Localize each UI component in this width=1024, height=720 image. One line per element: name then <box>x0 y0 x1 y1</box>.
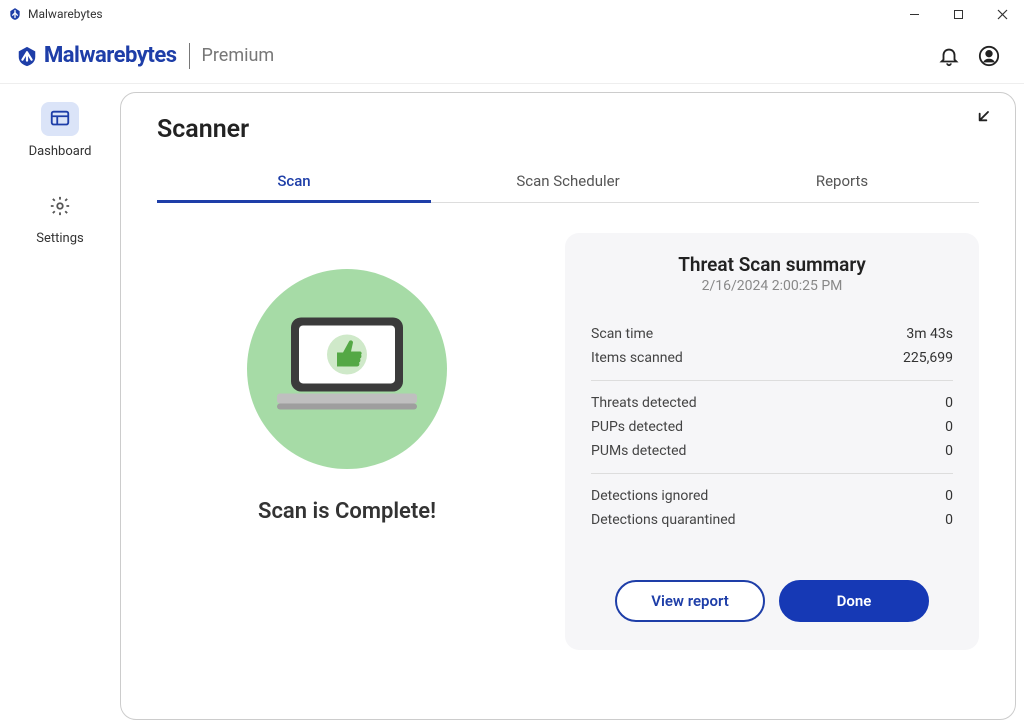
scan-complete-illustration <box>247 269 447 469</box>
summary-row: PUMs detected 0 <box>591 439 953 463</box>
tab-label: Scan Scheduler <box>516 172 619 190</box>
brand-logo: Malwarebytes <box>16 43 177 68</box>
brand-name-text: alwarebytes <box>63 43 177 68</box>
tab-scan[interactable]: Scan <box>157 162 431 202</box>
dashboard-icon <box>41 102 79 136</box>
window-controls <box>892 0 1024 28</box>
sidebar-item-label: Settings <box>36 231 83 246</box>
app-icon <box>8 7 22 21</box>
button-label: View report <box>651 592 729 610</box>
gear-icon <box>41 189 79 223</box>
tab-scan-scheduler[interactable]: Scan Scheduler <box>431 162 705 202</box>
tab-reports[interactable]: Reports <box>705 162 979 202</box>
sidebar: Dashboard Settings <box>0 84 120 720</box>
sidebar-item-dashboard[interactable]: Dashboard <box>29 102 92 159</box>
brand-group: Malwarebytes Premium <box>16 43 274 69</box>
summary-value: 0 <box>945 512 953 528</box>
summary-section: Threats detected 0 PUPs detected 0 PUMs de… <box>591 380 953 473</box>
sidebar-item-label: Dashboard <box>29 144 92 159</box>
brand-divider <box>189 43 190 69</box>
summary-row: Threats detected 0 <box>591 391 953 415</box>
summary-label: Detections quarantined <box>591 512 735 528</box>
summary-value: 0 <box>945 488 953 504</box>
tab-label: Reports <box>816 172 868 190</box>
notifications-icon[interactable] <box>938 45 960 67</box>
scan-complete-text: Scan is Complete! <box>258 499 436 524</box>
summary-row: PUPs detected 0 <box>591 415 953 439</box>
summary-label: Scan time <box>591 326 653 342</box>
summary-value: 0 <box>945 395 953 411</box>
summary-value: 0 <box>945 443 953 459</box>
scan-result-illustration-column: Scan is Complete! <box>157 233 537 650</box>
done-button[interactable]: Done <box>779 580 929 622</box>
close-button[interactable] <box>980 0 1024 28</box>
threat-scan-summary-card: Threat Scan summary 2/16/2024 2:00:25 PM… <box>565 233 979 650</box>
button-label: Done <box>837 592 872 610</box>
summary-section: Detections ignored 0 Detections quarantin… <box>591 473 953 542</box>
summary-value: 225,699 <box>903 350 953 366</box>
maximize-button[interactable] <box>936 0 980 28</box>
summary-row: Items scanned 225,699 <box>591 346 953 370</box>
summary-label: Items scanned <box>591 350 683 366</box>
window-titlebar: Malwarebytes <box>0 0 1024 28</box>
app-header: Malwarebytes Premium <box>0 28 1024 84</box>
summary-row: Scan time 3m 43s <box>591 322 953 346</box>
tabs: Scan Scan Scheduler Reports <box>157 162 979 203</box>
summary-title: Threat Scan summary <box>591 253 953 276</box>
summary-label: Threats detected <box>591 395 697 411</box>
summary-row: Detections ignored 0 <box>591 484 953 508</box>
summary-label: Detections ignored <box>591 488 708 504</box>
summary-value: 0 <box>945 419 953 435</box>
summary-label: PUMs detected <box>591 443 686 459</box>
summary-actions: View report Done <box>591 542 953 628</box>
window-title: Malwarebytes <box>28 7 103 21</box>
page-title: Scanner <box>157 115 979 144</box>
summary-row: Detections quarantined 0 <box>591 508 953 532</box>
summary-label: PUPs detected <box>591 419 683 435</box>
summary-value: 3m 43s <box>906 326 953 342</box>
summary-timestamp: 2/16/2024 2:00:25 PM <box>591 278 953 294</box>
view-report-button[interactable]: View report <box>615 580 765 622</box>
account-icon[interactable] <box>978 45 1000 67</box>
edition-label: Premium <box>202 45 275 66</box>
main-card: Scanner Scan Scan Scheduler Reports <box>120 92 1016 720</box>
sidebar-item-settings[interactable]: Settings <box>36 189 83 246</box>
tab-label: Scan <box>277 172 310 190</box>
summary-section: Scan time 3m 43s Items scanned 225,699 <box>591 312 953 380</box>
collapse-arrow-icon[interactable] <box>973 107 993 131</box>
minimize-button[interactable] <box>892 0 936 28</box>
